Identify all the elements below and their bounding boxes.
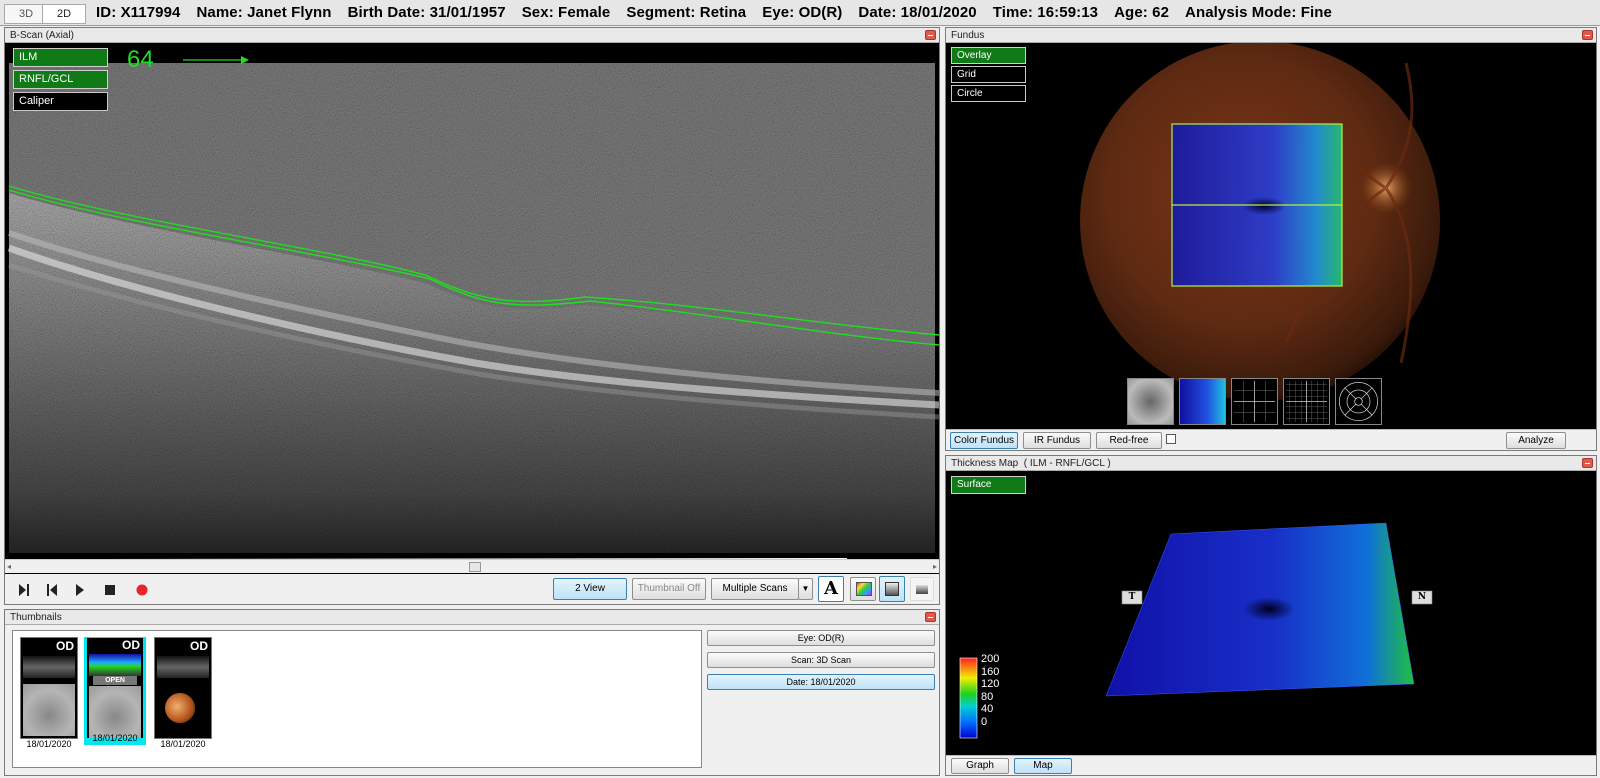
bscan-toolbar: 2 View Thumbnail Off Multiple Scans ▼ A — [5, 574, 939, 604]
close-icon[interactable] — [925, 612, 936, 622]
dropdown-arrow-icon[interactable]: ▼ — [798, 578, 813, 600]
scan-info-button[interactable]: Scan: 3D Scan — [707, 652, 935, 668]
exam-time: Time: 16:59:13 — [992, 4, 1099, 21]
step-forward-icon[interactable] — [13, 579, 35, 601]
thickness-color-scale — [959, 657, 978, 739]
scrollbar-thumb[interactable] — [469, 562, 481, 572]
thickness-overlay-thumb[interactable] — [1179, 378, 1226, 425]
play-icon[interactable] — [69, 579, 91, 601]
thumbnail-item-selected[interactable]: OD OPEN 18/01/2020 — [84, 637, 146, 745]
date-info-button[interactable]: Date: 18/01/2020 — [707, 674, 935, 690]
thumbnail-list: OD 18/01/2020 OD OPEN 18/01/2020 OD 18/0… — [12, 630, 702, 768]
scroll-left-icon[interactable]: ◂ — [7, 562, 11, 571]
close-icon[interactable] — [925, 30, 936, 40]
circle-toggle[interactable]: Circle — [951, 85, 1026, 102]
tab-2d[interactable]: 2D — [42, 4, 86, 24]
fundus-toolbar: Color Fundus IR Fundus Red-free Analyze — [946, 429, 1596, 450]
close-icon[interactable] — [1582, 458, 1593, 468]
segment: Segment: Retina — [626, 4, 747, 21]
overlay-toggle[interactable]: Overlay — [951, 47, 1026, 64]
red-free-checkbox[interactable] — [1166, 434, 1176, 444]
thickness-map-panel: Thickness Map ( ILM - RNFL/GCL ) Surface — [945, 455, 1597, 776]
grayscale-overlay-thumb[interactable] — [1127, 378, 1174, 425]
scale-tick: 120 — [981, 678, 1000, 690]
grayscale-mode-icon[interactable] — [879, 576, 905, 602]
thumbnails-title: Thumbnails — [5, 610, 939, 625]
bscan-thumb-image — [23, 656, 75, 678]
color-fundus-button[interactable]: Color Fundus — [950, 432, 1018, 449]
thickness-3d-surface[interactable] — [946, 471, 1596, 755]
eye-info-button[interactable]: Eye: OD(R) — [707, 630, 935, 646]
color-palette-icon[interactable] — [850, 577, 876, 601]
thumbnail-eye-label: OD — [56, 639, 74, 653]
arrow-right-icon — [183, 56, 249, 64]
red-free-button[interactable]: Red-free — [1096, 432, 1162, 449]
thumbnail-date: 18/01/2020 — [26, 739, 72, 749]
scale-ticks: 200 160 120 80 40 0 — [981, 653, 1011, 728]
etdrs-circle-overlay-icon[interactable] — [1335, 378, 1382, 425]
open-badge: OPEN — [93, 676, 137, 685]
thickness-title: Thickness Map ( ILM - RNFL/GCL ) — [946, 456, 1596, 471]
color-fundus-thumb-image — [165, 693, 195, 723]
scroll-right-icon[interactable]: ▸ — [933, 562, 937, 571]
grid-toggle[interactable]: Grid — [951, 66, 1026, 83]
fundus-panel: Fundus Overlay Grid Circle Color Fundus … — [945, 27, 1597, 451]
thickness-toolbar: Graph Map — [946, 755, 1596, 775]
thumbnail-eye-label: OD — [190, 639, 208, 653]
thumbnails-panel: Thumbnails OD 18/01/2020 OD OPEN 18/01/2… — [4, 609, 940, 776]
fine-grid-overlay-icon[interactable] — [1283, 378, 1330, 425]
step-back-icon[interactable] — [41, 579, 63, 601]
graph-button[interactable]: Graph — [951, 758, 1009, 774]
thumbnail-item[interactable]: OD — [20, 637, 78, 739]
patient-age: Age: 62 — [1114, 4, 1170, 21]
bscan-thumb-image — [157, 656, 209, 678]
slice-number: 64 — [127, 46, 154, 73]
fundus-thumb-image — [89, 686, 141, 738]
eye: Eye: OD(R) — [762, 4, 843, 21]
scale-tick: 160 — [981, 665, 1000, 678]
birth-date: Birth Date: 31/01/1957 — [347, 4, 506, 21]
multiple-scans-select[interactable]: Multiple Scans — [711, 578, 799, 600]
gray-bar-icon[interactable] — [910, 577, 934, 601]
record-icon[interactable] — [131, 579, 153, 601]
bscan-panel: B-Scan (Axial) ILM RNFL/GCL Caliper 64 ◂… — [4, 27, 940, 605]
stop-icon[interactable] — [99, 579, 121, 601]
bscan-thumb-image — [89, 654, 141, 676]
thumbnail-eye-label: OD — [122, 638, 140, 652]
map-button[interactable]: Map — [1014, 758, 1072, 774]
thumbnail-off-button[interactable]: Thumbnail Off — [632, 578, 706, 600]
scale-tick: 80 — [981, 690, 994, 703]
grid-overlay-icon[interactable] — [1231, 378, 1278, 425]
thumbnail-date: 18/01/2020 — [160, 739, 206, 749]
two-view-button[interactable]: 2 View — [553, 578, 627, 600]
close-icon[interactable] — [1582, 30, 1593, 40]
patient-id: ID: X117994 — [96, 4, 181, 21]
nasal-label: N — [1417, 592, 1427, 602]
text-annotation-icon[interactable]: A — [818, 576, 844, 602]
layer-rnfl-gcl-toggle[interactable]: RNFL/GCL — [13, 70, 108, 89]
patient-sex: Sex: Female — [521, 4, 611, 21]
bscan-title: B-Scan (Axial) — [5, 28, 939, 43]
patient-name: Name: Janet Flynn — [196, 4, 332, 21]
fundus-image[interactable] — [946, 43, 1596, 429]
scale-tick: 0 — [981, 715, 988, 728]
ir-fundus-button[interactable]: IR Fundus — [1023, 432, 1091, 449]
analyze-button[interactable]: Analyze — [1506, 432, 1566, 449]
layer-ilm-toggle[interactable]: ILM — [13, 48, 108, 67]
bscan-image[interactable] — [5, 43, 939, 573]
caliper-toggle[interactable]: Caliper — [13, 92, 108, 111]
thumbnail-item[interactable]: OD — [154, 637, 212, 739]
temporal-label: T — [1128, 592, 1136, 602]
fundus-title: Fundus — [946, 28, 1596, 43]
exam-date: Date: 18/01/2020 — [858, 4, 977, 21]
thumbnail-date: 18/01/2020 — [92, 733, 138, 743]
patient-header: 3D 2D ID: X117994 Name: Janet Flynn Birth … — [0, 0, 1600, 26]
scale-tick: 200 — [981, 653, 1000, 665]
bscan-scrollbar[interactable]: ◂ ▸ — [5, 559, 939, 573]
patient-info: ID: X117994 Name: Janet Flynn Birth Date: … — [96, 4, 1348, 21]
fundus-thumb-image — [23, 684, 75, 736]
scale-tick: 40 — [981, 703, 994, 715]
analysis-mode: Analysis Mode: Fine — [1185, 4, 1332, 21]
